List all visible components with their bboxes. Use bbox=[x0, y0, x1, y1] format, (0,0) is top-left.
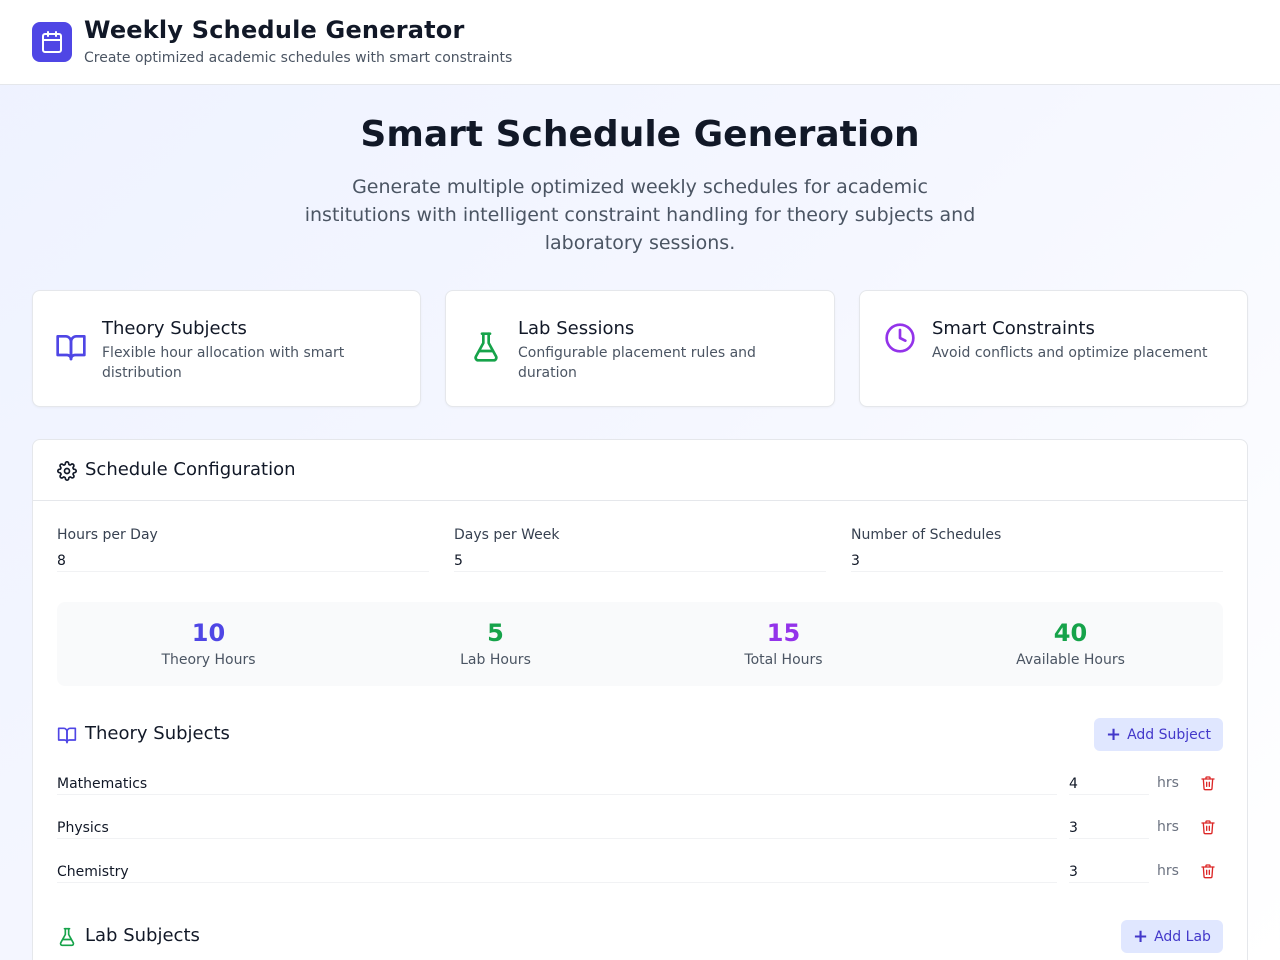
number-of-schedules-input[interactable] bbox=[851, 550, 1223, 572]
book-open-icon bbox=[57, 727, 77, 744]
app-header: Weekly Schedule Generator Create optimiz… bbox=[0, 0, 1280, 85]
trash-icon bbox=[1201, 820, 1215, 835]
stat-total-hours: 15 Total Hours bbox=[640, 618, 927, 668]
stat-available-hours: 40 Available Hours bbox=[927, 618, 1214, 668]
subject-name-input[interactable] bbox=[57, 817, 1057, 839]
stat-value: 15 bbox=[766, 619, 801, 647]
feature-card-theory: Theory Subjects Flexible hour allocation… bbox=[32, 290, 421, 407]
feature-card-labs: Lab Sessions Configurable placement rule… bbox=[445, 290, 835, 407]
calendar-icon bbox=[32, 22, 72, 62]
delete-subject-button[interactable] bbox=[1199, 775, 1217, 793]
add-subject-label: Add Subject bbox=[1127, 726, 1211, 743]
flask-icon bbox=[59, 927, 75, 947]
add-subject-button[interactable]: + Add Subject bbox=[1094, 718, 1223, 751]
stat-label: Available Hours bbox=[1016, 652, 1125, 668]
app-subtitle: Create optimized academic schedules with… bbox=[84, 50, 513, 66]
feature-description: Configurable placement rules and duratio… bbox=[518, 345, 756, 381]
clock-icon bbox=[885, 323, 915, 353]
feature-card-constraints: Smart Constraints Avoid conflicts and op… bbox=[859, 290, 1248, 407]
stat-value: 40 bbox=[1053, 619, 1088, 647]
feature-title: Lab Sessions bbox=[518, 318, 635, 339]
subject-row: hrs bbox=[57, 769, 1223, 799]
stat-label: Lab Hours bbox=[460, 652, 531, 668]
feature-description: Flexible hour allocation with smart dist… bbox=[102, 345, 345, 381]
hours-summary: 10 Theory Hours 5 Lab Hours 15 Total Hou… bbox=[57, 602, 1223, 686]
subject-hours-input[interactable] bbox=[1069, 817, 1149, 839]
hours-unit-label: hrs bbox=[1157, 775, 1179, 791]
subject-name-input[interactable] bbox=[57, 861, 1057, 883]
hero-title: Smart Schedule Generation bbox=[360, 114, 920, 155]
hours-per-day-label: Hours per Day bbox=[57, 527, 158, 543]
stat-value: 5 bbox=[487, 619, 504, 647]
subject-row: hrs bbox=[57, 857, 1223, 887]
gear-icon bbox=[57, 461, 77, 481]
app-title: Weekly Schedule Generator bbox=[84, 16, 465, 44]
schedule-configuration-panel: Schedule Configuration Hours per Day Day… bbox=[32, 439, 1248, 960]
feature-title: Smart Constraints bbox=[932, 318, 1095, 339]
trash-icon bbox=[1201, 864, 1215, 879]
delete-subject-button[interactable] bbox=[1199, 819, 1217, 837]
trash-icon bbox=[1201, 776, 1215, 791]
stat-label: Total Hours bbox=[744, 652, 823, 668]
subject-hours-input[interactable] bbox=[1069, 773, 1149, 795]
book-open-icon bbox=[56, 335, 86, 361]
add-lab-button[interactable]: + Add Lab bbox=[1121, 920, 1223, 953]
stat-lab-hours: 5 Lab Hours bbox=[352, 618, 639, 668]
config-title: Schedule Configuration bbox=[85, 459, 296, 480]
plus-icon: + bbox=[1133, 925, 1149, 947]
subject-row: hrs bbox=[57, 813, 1223, 843]
stat-theory-hours: 10 Theory Hours bbox=[65, 618, 352, 668]
feature-title: Theory Subjects bbox=[102, 318, 247, 339]
hours-unit-label: hrs bbox=[1157, 863, 1179, 879]
hero-description: Generate multiple optimized weekly sched… bbox=[304, 176, 976, 254]
config-header: Schedule Configuration bbox=[33, 440, 1247, 501]
number-of-schedules-label: Number of Schedules bbox=[851, 527, 1002, 543]
theory-subjects-title: Theory Subjects bbox=[85, 723, 230, 744]
plus-icon: + bbox=[1106, 723, 1122, 745]
delete-subject-button[interactable] bbox=[1199, 863, 1217, 881]
flask-icon bbox=[474, 332, 498, 362]
subject-hours-input[interactable] bbox=[1069, 861, 1149, 883]
days-per-week-label: Days per Week bbox=[454, 527, 560, 543]
add-lab-label: Add Lab bbox=[1154, 928, 1211, 945]
feature-description: Avoid conflicts and optimize placement bbox=[932, 345, 1208, 361]
stat-value: 10 bbox=[191, 619, 226, 647]
lab-subjects-title: Lab Subjects bbox=[85, 925, 200, 946]
stat-label: Theory Hours bbox=[161, 652, 256, 668]
hours-per-day-input[interactable] bbox=[57, 550, 429, 572]
subject-name-input[interactable] bbox=[57, 773, 1057, 795]
days-per-week-input[interactable] bbox=[454, 550, 826, 572]
hours-unit-label: hrs bbox=[1157, 819, 1179, 835]
